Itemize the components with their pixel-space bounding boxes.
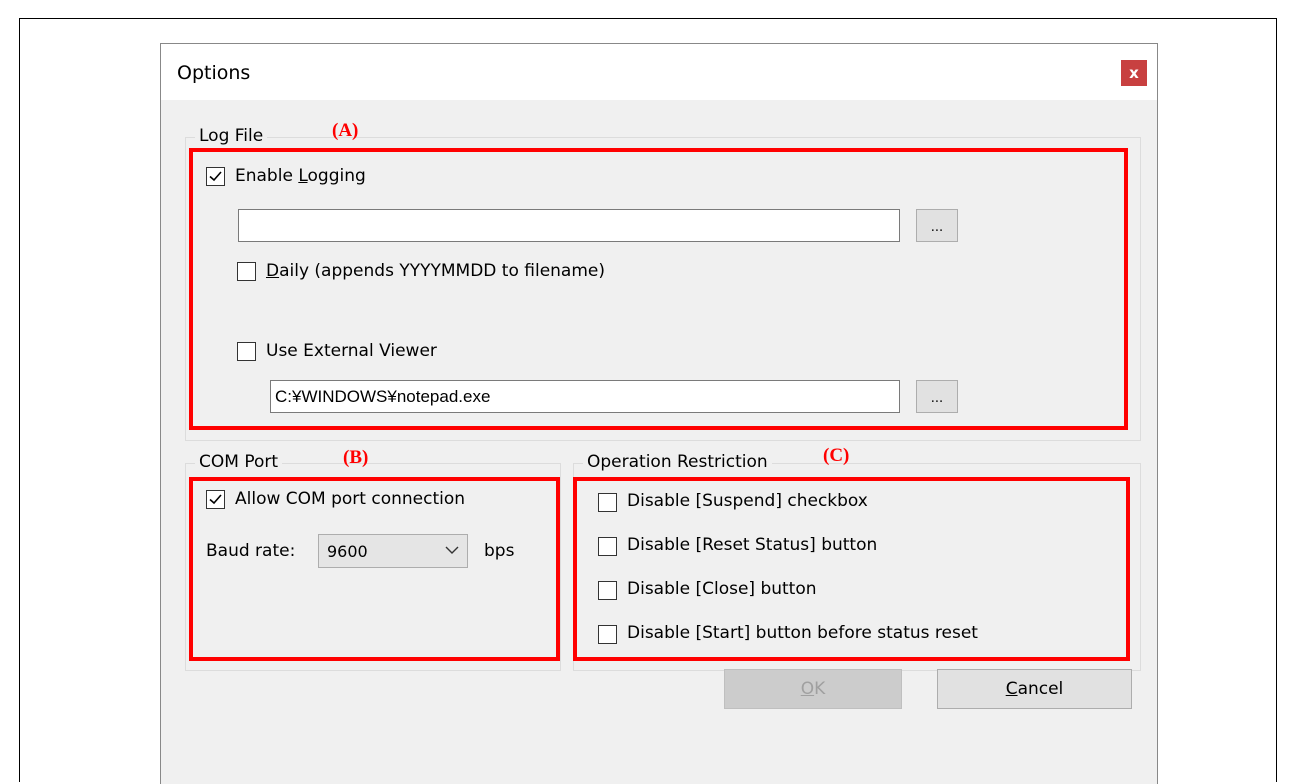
cancel-button[interactable]: Cancel [937,669,1132,709]
disable-suspend-label: Disable [Suspend] checkbox [627,491,868,511]
enable-logging-checkbox[interactable] [206,167,225,186]
ok-button[interactable]: OK [724,669,902,709]
annotation-marker-a: (A) [332,120,359,141]
checkmark-icon [209,494,222,505]
options-dialog: Options x Log File (A) Enable Logging ..… [160,43,1158,784]
close-icon: x [1129,64,1139,82]
disable-start-label: Disable [Start] button before status res… [627,623,978,643]
daily-checkbox[interactable] [237,262,256,281]
chevron-down-icon [445,546,459,554]
disable-start-checkbox[interactable] [598,625,617,644]
disable-reset-status-checkbox[interactable] [598,537,617,556]
log-path-input[interactable] [238,209,900,242]
external-viewer-label: Use External Viewer [266,341,437,361]
baud-rate-label: Baud rate: [206,541,296,561]
annotation-marker-c: (C) [823,445,850,466]
disable-reset-status-label: Disable [Reset Status] button [627,535,878,555]
external-viewer-checkbox[interactable] [237,342,256,361]
baud-unit-label: bps [484,541,515,561]
annotation-marker-b: (B) [343,447,369,468]
dialog-title: Options [177,62,251,84]
log-browse-button[interactable]: ... [916,209,958,242]
com-port-legend: COM Port [195,452,283,472]
allow-com-checkbox[interactable] [206,490,225,509]
ellipsis-icon: ... [930,220,944,235]
disable-close-checkbox[interactable] [598,581,617,600]
title-bar: Options x [161,44,1157,100]
viewer-path-input[interactable]: C:¥WINDOWS¥notepad.exe [270,380,900,413]
close-button[interactable]: x [1121,60,1147,86]
operation-restriction-legend: Operation Restriction [583,452,772,472]
disable-close-label: Disable [Close] button [627,579,817,599]
baud-rate-value: 9600 [327,542,368,561]
checkmark-icon [209,171,222,182]
baud-rate-select[interactable]: 9600 [318,534,468,568]
disable-suspend-checkbox[interactable] [598,493,617,512]
enable-logging-label: Enable Logging [235,166,366,186]
viewer-browse-button[interactable]: ... [916,380,958,413]
allow-com-label: Allow COM port connection [235,489,466,509]
log-file-legend: Log File [195,126,268,146]
daily-label: Daily (appends YYYYMMDD to filename) [266,261,605,281]
ellipsis-icon: ... [930,391,944,406]
